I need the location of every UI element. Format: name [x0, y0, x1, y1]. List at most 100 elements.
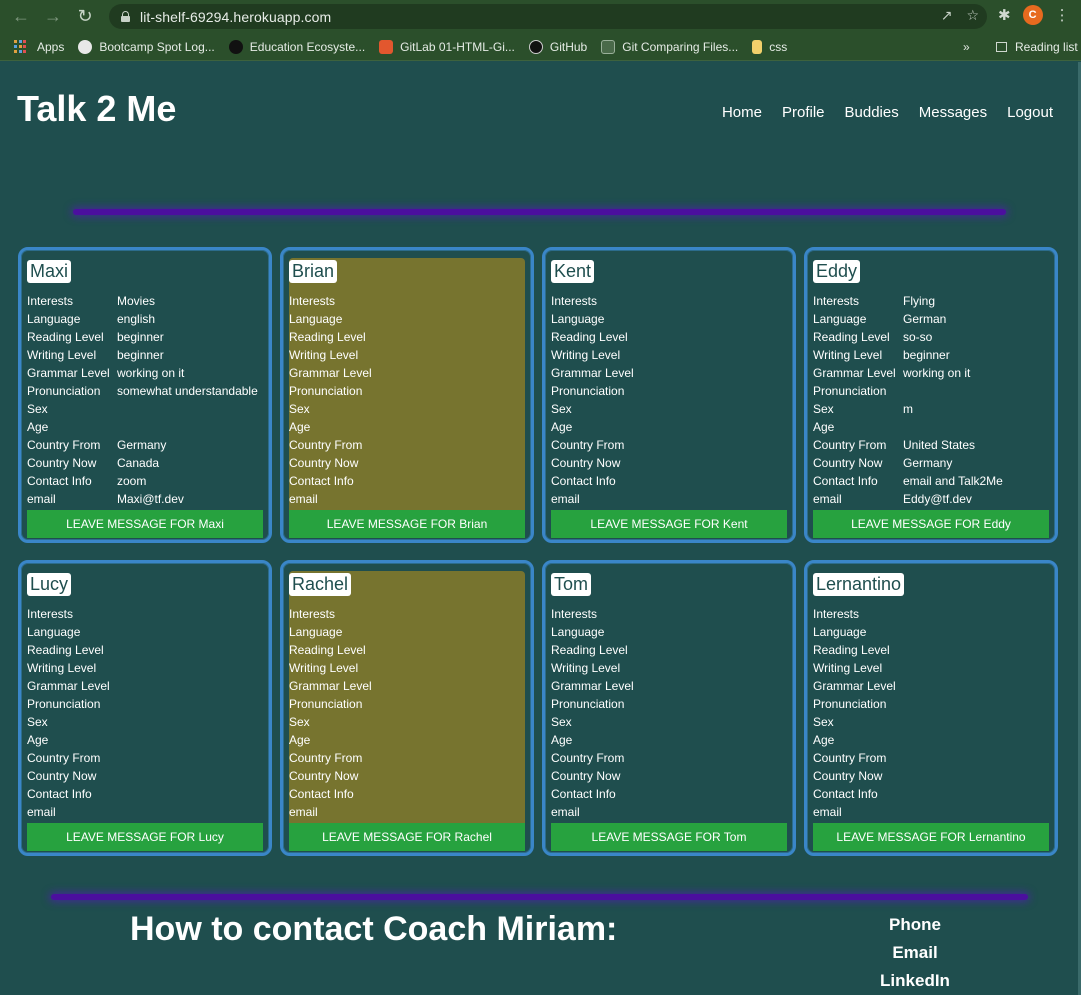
bookmark-gitlab[interactable]: GitLab 01-HTML-Gi... [379, 39, 515, 54]
forward-icon[interactable]: → [42, 6, 64, 28]
contact-phone-link[interactable]: Phone [860, 911, 970, 939]
field-row: email [289, 490, 525, 508]
field-row: Age [813, 418, 1049, 436]
field-label: Writing Level [27, 661, 97, 675]
contact-linkedin-link[interactable]: LinkedIn [860, 967, 970, 995]
field-row: Sex [551, 713, 787, 731]
field-row: Contact Info [289, 472, 525, 490]
nav-home[interactable]: Home [722, 104, 762, 121]
field-label: Reading Level [289, 330, 366, 344]
field-value: so-so [903, 330, 933, 344]
card-fields: Interests Language Reading Level Writing Le… [813, 605, 1049, 821]
contact-email-link[interactable]: Email [860, 939, 970, 967]
bookmark-bootcamp[interactable]: Bootcamp Spot Log... [78, 39, 215, 54]
leave-message-button[interactable]: LEAVE MESSAGE FOR Brian [289, 510, 525, 538]
field-label: Grammar Level [813, 366, 896, 380]
field-label: Country From [289, 751, 363, 765]
leave-message-button[interactable]: LEAVE MESSAGE FOR Rachel [289, 823, 525, 851]
profile-avatar[interactable]: C [1022, 5, 1043, 25]
more-bookmarks-icon[interactable]: » [963, 40, 970, 54]
field-label: Contact Info [289, 474, 354, 488]
field-label: Country Now [27, 456, 97, 470]
field-label: Country Now [289, 769, 359, 783]
field-value: Flying [903, 294, 936, 308]
field-row: Reading Level [289, 328, 525, 346]
field-row: Interests [289, 292, 525, 310]
reading-list-button[interactable]: Reading list [996, 40, 1078, 54]
field-row: Interests [289, 605, 525, 623]
field-row: Country From [813, 749, 1049, 767]
field-row: Age [289, 731, 525, 749]
leave-message-button[interactable]: LEAVE MESSAGE FOR Maxi [27, 510, 263, 538]
bookmark-github[interactable]: GitHub [528, 39, 587, 54]
bookmark-css[interactable]: css [752, 39, 787, 54]
bookmarks-bar: Apps Bootcamp Spot Log... Education Ecos… [0, 33, 1081, 61]
field-label: Country From [289, 438, 363, 452]
bookmark-apps[interactable]: Apps [14, 39, 64, 54]
field-row: Contact Info [27, 785, 263, 803]
field-row: Pronunciation [551, 695, 787, 713]
field-row: Age [289, 418, 525, 436]
reading-list-icon [996, 42, 1007, 52]
field-label: Grammar Level [551, 679, 634, 693]
field-label: Language [813, 625, 867, 639]
back-icon[interactable]: ← [10, 6, 32, 28]
bookmark-git-compare[interactable]: Git Comparing Files... [601, 39, 738, 54]
field-value: Maxi@tf.dev [117, 492, 184, 506]
field-label: email [27, 492, 56, 506]
buddy-card: Kent Interests Language Reading Level Writin… [542, 247, 796, 543]
field-row: Interests [27, 605, 263, 623]
leave-message-button[interactable]: LEAVE MESSAGE FOR Tom [551, 823, 787, 851]
bookmark-education[interactable]: Education Ecosyste... [228, 39, 366, 54]
field-label: Country From [27, 751, 101, 765]
field-label: Language [289, 312, 343, 326]
nav-logout[interactable]: Logout [1007, 104, 1053, 121]
leave-message-button[interactable]: LEAVE MESSAGE FOR Lucy [27, 823, 263, 851]
field-label: Age [289, 733, 311, 747]
field-row: email Eddy@tf.dev [813, 490, 1049, 508]
field-label: email [813, 492, 842, 506]
field-row: Interests [813, 605, 1049, 623]
field-label: Language [27, 312, 81, 326]
leave-message-button[interactable]: LEAVE MESSAGE FOR Eddy [813, 510, 1049, 538]
menu-icon[interactable]: ⋮ [1055, 6, 1070, 24]
reload-icon[interactable]: ↻ [74, 6, 96, 28]
field-row: Grammar Level [551, 677, 787, 695]
field-label: Country From [813, 751, 887, 765]
field-row: Pronunciation [27, 695, 263, 713]
field-label: Language [27, 625, 81, 639]
nav-profile[interactable]: Profile [782, 104, 825, 121]
field-label: Grammar Level [813, 679, 896, 693]
leave-message-button[interactable]: LEAVE MESSAGE FOR Kent [551, 510, 787, 538]
lock-icon[interactable] [121, 11, 130, 22]
field-label: Grammar Level [289, 366, 372, 380]
field-label: email [551, 492, 580, 506]
field-row: Writing Level beginner [813, 346, 1049, 364]
nav-messages[interactable]: Messages [919, 104, 987, 121]
field-row: Sex m [813, 400, 1049, 418]
share-icon[interactable]: ↗ [941, 7, 953, 24]
nav-buddies[interactable]: Buddies [845, 104, 899, 121]
education-icon [228, 39, 243, 54]
address-bar[interactable]: lit-shelf-69294.herokuapp.com ↗ ☆ [109, 4, 987, 29]
field-value: m [903, 402, 913, 416]
bookmark-label: Education Ecosyste... [249, 39, 366, 54]
field-value: somewhat understandable [117, 384, 258, 398]
field-label: Contact Info [27, 787, 92, 801]
field-row: Country From [289, 749, 525, 767]
field-label: Writing Level [813, 348, 883, 362]
star-icon[interactable]: ☆ [966, 7, 979, 24]
field-row: Sex [813, 713, 1049, 731]
globe-icon [78, 39, 93, 54]
leave-message-button[interactable]: LEAVE MESSAGE FOR Lernantino [813, 823, 1049, 851]
field-label: Writing Level [289, 348, 359, 362]
field-label: Country Now [551, 456, 621, 470]
extensions-icon[interactable]: ✱ [998, 6, 1011, 24]
field-row: Country From [551, 749, 787, 767]
field-label: Age [813, 420, 835, 434]
url-text[interactable]: lit-shelf-69294.herokuapp.com [140, 9, 331, 25]
field-label: Contact Info [813, 474, 878, 488]
field-row: Age [813, 731, 1049, 749]
field-row: Country From Germany [27, 436, 263, 454]
field-label: Writing Level [813, 661, 883, 675]
